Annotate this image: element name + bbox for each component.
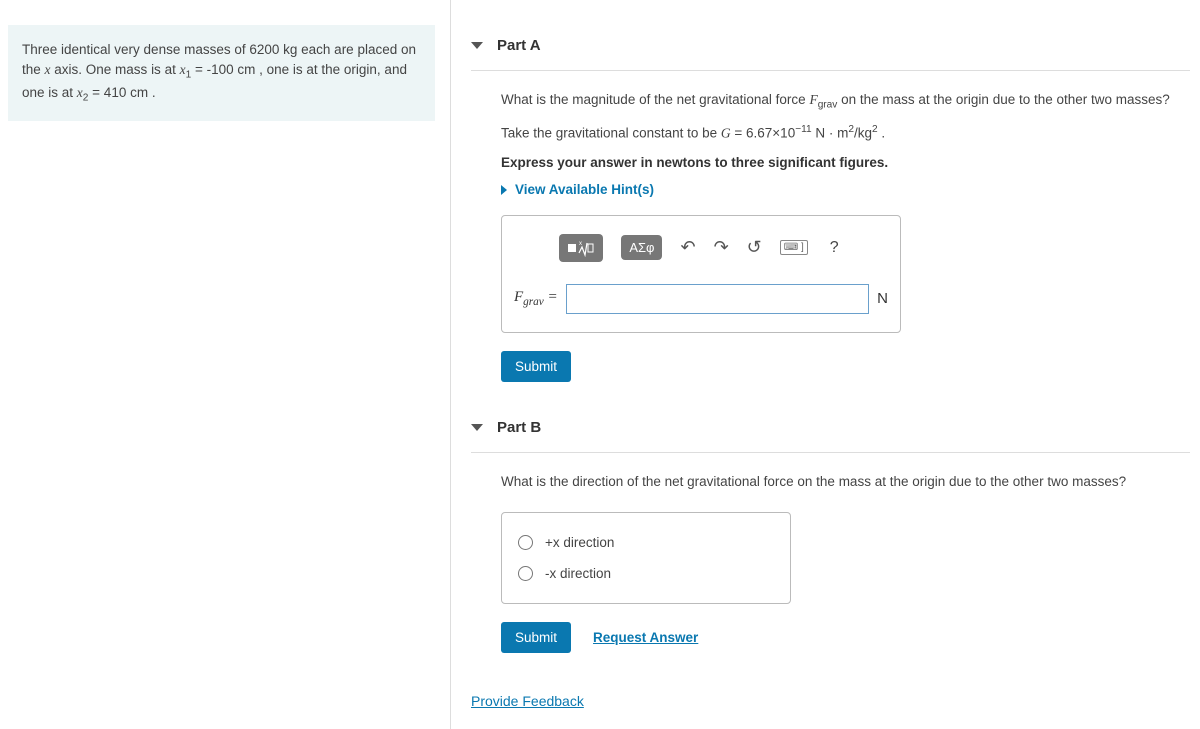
answer-input[interactable] xyxy=(566,284,869,314)
divider xyxy=(471,452,1190,453)
collapse-icon[interactable] xyxy=(471,424,483,431)
part-b: Part B What is the direction of the net … xyxy=(471,407,1190,654)
radio-group: +x direction -x direction xyxy=(501,512,791,604)
answer-box: x ΑΣφ ↶ ↷ ↺ ⌨ ] ? Fgrav = N xyxy=(501,215,901,333)
redo-icon[interactable]: ↷ xyxy=(714,237,729,258)
answer-unit: N xyxy=(877,290,888,307)
provide-feedback-link[interactable]: Provide Feedback xyxy=(471,693,584,709)
part-a: Part A What is the magnitude of the net … xyxy=(471,25,1190,382)
question-text: What is the magnitude of the net gravita… xyxy=(501,89,1180,114)
keyboard-icon[interactable]: ⌨ ] xyxy=(780,240,808,255)
undo-icon[interactable]: ↶ xyxy=(680,237,695,258)
part-b-title: Part B xyxy=(497,419,541,436)
instruction-text: Express your answer in newtons to three … xyxy=(501,152,1180,174)
radio-minus-x[interactable] xyxy=(518,566,533,581)
problem-statement: Three identical very dense masses of 620… xyxy=(8,25,435,121)
svg-text:x: x xyxy=(579,241,582,247)
radio-plus-x[interactable] xyxy=(518,535,533,550)
chevron-right-icon xyxy=(501,185,507,195)
submit-button-a[interactable]: Submit xyxy=(501,351,571,382)
option-plus-x[interactable]: +x direction xyxy=(518,527,774,558)
request-answer-link[interactable]: Request Answer xyxy=(593,630,698,645)
question-text-b: What is the direction of the net gravita… xyxy=(501,471,1180,493)
submit-button-b[interactable]: Submit xyxy=(501,622,571,653)
reset-icon[interactable]: ↺ xyxy=(747,237,762,258)
option-minus-x[interactable]: -x direction xyxy=(518,558,774,589)
collapse-icon[interactable] xyxy=(471,42,483,49)
part-a-title: Part A xyxy=(497,37,541,54)
answer-prefix: Fgrav = xyxy=(514,289,558,308)
view-hints-link[interactable]: View Available Hint(s) xyxy=(501,182,1180,197)
divider xyxy=(471,70,1190,71)
template-tool-button[interactable]: x xyxy=(559,234,603,262)
constant-text: Take the gravitational constant to be G … xyxy=(501,122,1180,144)
help-icon[interactable]: ? xyxy=(826,239,843,257)
greek-tool-button[interactable]: ΑΣφ xyxy=(621,235,662,260)
